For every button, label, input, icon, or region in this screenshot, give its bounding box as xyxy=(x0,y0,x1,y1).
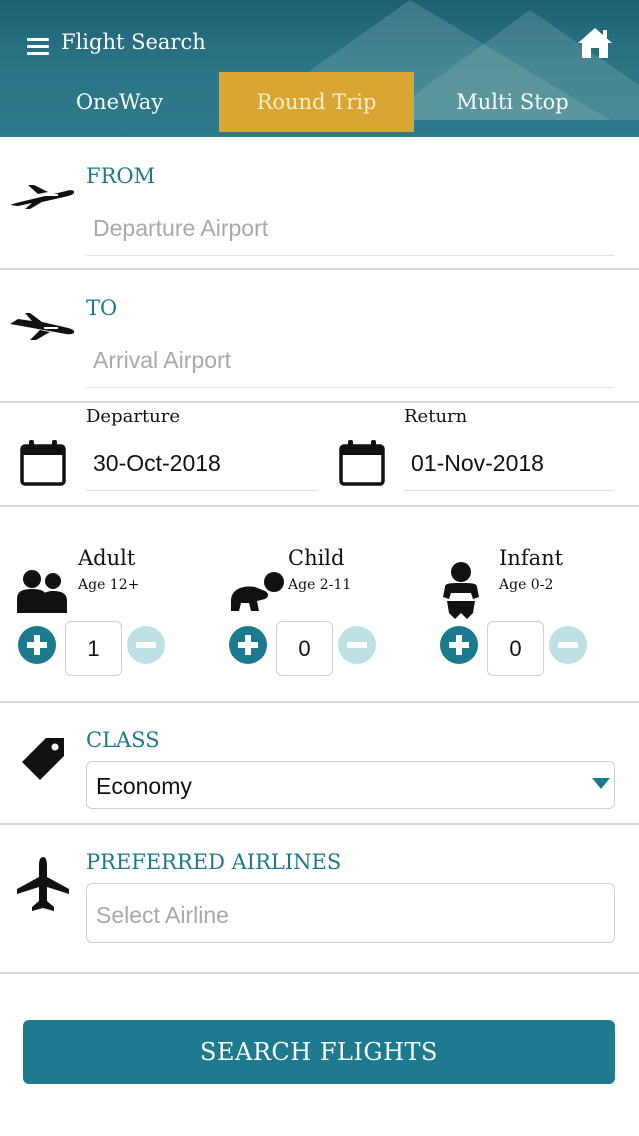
adult-plus-button[interactable] xyxy=(18,626,56,664)
hamburger-menu-icon[interactable] xyxy=(27,38,49,56)
tab-round-trip[interactable]: Round Trip xyxy=(219,72,414,132)
search-flights-button[interactable]: SEARCH FLIGHTS xyxy=(23,1020,615,1084)
trip-type-tabs: OneWay Round Trip Multi Stop xyxy=(22,72,610,132)
arrival-airport-placeholder: Arrival Airport xyxy=(93,347,232,373)
airplane-takeoff-icon xyxy=(10,185,75,209)
return-label: Return xyxy=(404,406,468,427)
adult-count[interactable]: 1 xyxy=(65,621,122,676)
return-date-value: 01-Nov-2018 xyxy=(411,450,544,476)
child-age: Age 2-11 xyxy=(288,577,352,593)
adult-minus-button[interactable] xyxy=(127,626,165,664)
chevron-down-icon xyxy=(592,778,610,789)
infant-age: Age 0-2 xyxy=(499,577,554,593)
departure-airport-placeholder: Departure Airport xyxy=(93,215,269,241)
departure-date-value: 30-Oct-2018 xyxy=(93,450,221,476)
home-icon[interactable] xyxy=(576,26,614,60)
child-minus-button[interactable] xyxy=(338,626,376,664)
tab-multi-stop[interactable]: Multi Stop xyxy=(415,72,610,132)
tab-oneway[interactable]: OneWay xyxy=(22,72,217,132)
arrival-airport-input[interactable]: Arrival Airport xyxy=(86,333,614,388)
dates-section: Departure 30-Oct-2018 Return 01-Nov-2018 xyxy=(0,403,639,507)
passengers-section: Adult Age 12+ 1 Child Age 2-11 0 Infant … xyxy=(0,507,639,703)
calendar-icon[interactable] xyxy=(339,438,385,486)
adult-label: Adult xyxy=(78,546,136,570)
departure-date-field[interactable]: 30-Oct-2018 xyxy=(86,441,318,491)
calendar-icon[interactable] xyxy=(20,438,66,486)
class-select[interactable]: Economy xyxy=(86,761,615,809)
airplane-icon xyxy=(17,857,69,911)
child-count[interactable]: 0 xyxy=(276,621,333,676)
child-icon xyxy=(231,572,284,611)
child-label: Child xyxy=(288,546,345,570)
departure-label: Departure xyxy=(86,406,181,427)
infant-plus-button[interactable] xyxy=(440,626,478,664)
to-label: TO xyxy=(86,296,118,320)
preferred-airlines-label: PREFERRED AIRLINES xyxy=(86,850,342,874)
adult-age: Age 12+ xyxy=(78,577,140,593)
child-plus-button[interactable] xyxy=(229,626,267,664)
from-label: FROM xyxy=(86,164,156,188)
from-section: FROM Departure Airport xyxy=(0,137,639,270)
infant-count[interactable]: 0 xyxy=(487,621,544,676)
infant-icon xyxy=(443,562,479,619)
infant-minus-button[interactable] xyxy=(549,626,587,664)
airplane-landing-icon xyxy=(10,313,75,340)
infant-label: Infant xyxy=(499,546,564,570)
class-label: CLASS xyxy=(86,728,160,752)
departure-airport-input[interactable]: Departure Airport xyxy=(86,201,614,256)
header-bar: Flight Search OneWay Round Trip Multi St… xyxy=(0,0,639,137)
select-airline-input[interactable]: Select Airline xyxy=(86,883,615,943)
tag-icon xyxy=(22,738,64,780)
adult-icon xyxy=(17,570,67,613)
select-airline-placeholder: Select Airline xyxy=(96,902,229,928)
return-date-field[interactable]: 01-Nov-2018 xyxy=(404,441,614,491)
page-title: Flight Search xyxy=(61,30,206,54)
class-selected-value: Economy xyxy=(96,773,192,799)
to-section: TO Arrival Airport xyxy=(0,270,639,403)
